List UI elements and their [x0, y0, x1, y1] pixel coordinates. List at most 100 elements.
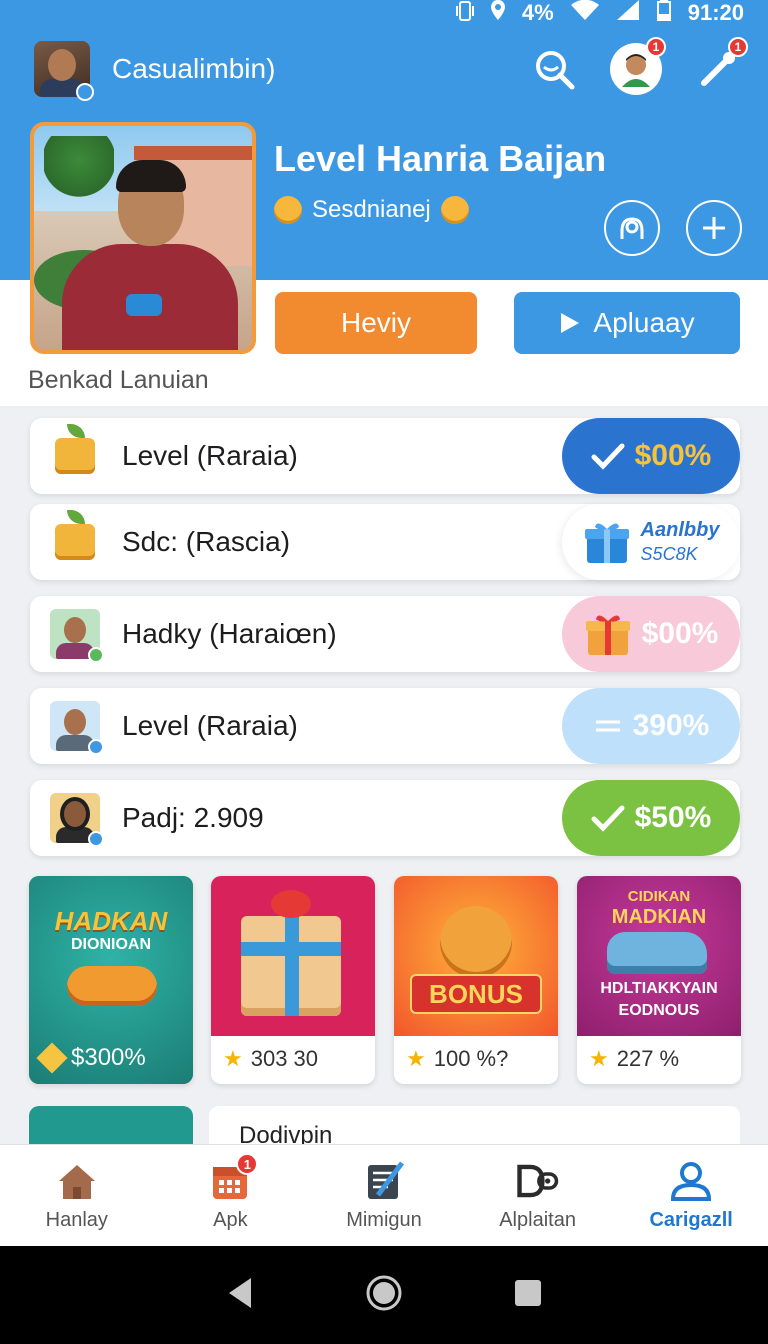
pill-line-2: S5C8K	[640, 544, 698, 564]
game-card[interactable]: BONUS ★ 100 %?	[394, 876, 558, 1084]
top-bar: Casualimbin) 1 1	[34, 37, 748, 101]
tools-badge: 1	[728, 37, 748, 57]
pill-line-1: Aanlbby	[640, 519, 720, 541]
back-icon[interactable]	[225, 1276, 255, 1315]
calendar-icon: 1	[208, 1153, 259, 1203]
value-pill[interactable]: Aanlbby S5C8K	[562, 504, 740, 580]
primary-button[interactable]: Heviy	[275, 292, 477, 354]
bear-icon	[440, 906, 512, 978]
nav-label: Hanlay	[45, 1209, 108, 1231]
section-title: Benkad Lanuian	[28, 366, 209, 394]
avatar	[50, 793, 104, 847]
nav-notes[interactable]: Mimigun	[307, 1145, 461, 1246]
list-item[interactable]: Padj: 2.909 $50%	[30, 780, 740, 856]
card-value: 100 %?	[433, 1046, 509, 1071]
profile-button[interactable]	[604, 200, 660, 256]
value-pill[interactable]: $50%	[562, 780, 740, 856]
value-pill[interactable]: 390%	[562, 688, 740, 764]
add-button[interactable]	[686, 200, 742, 256]
play-icon	[561, 313, 580, 333]
card-line-1: HDLTIAKKYAIN	[600, 980, 718, 997]
box-icon	[50, 424, 100, 481]
list-item[interactable]: Sdc: (Rascia) Aanlbby S5C8K	[30, 504, 740, 580]
location-icon	[490, 0, 506, 27]
home-icon	[55, 1159, 99, 1203]
check-icon	[591, 443, 625, 470]
list-item[interactable]: Level (Raraia) $00%	[30, 418, 740, 494]
plus-icon	[703, 217, 725, 239]
game-card[interactable]: ★ 303 30	[211, 876, 375, 1084]
next-row-peek: Dodivpin	[29, 1106, 740, 1149]
gem-icon	[36, 1042, 68, 1074]
profile-photo[interactable]	[30, 122, 256, 354]
nav-apps[interactable]: Alplaitan	[461, 1145, 615, 1246]
box-icon	[50, 510, 100, 567]
card-meta: $300%	[36, 1042, 146, 1074]
value-pill[interactable]: $00%	[562, 596, 740, 672]
system-nav-bar	[0, 1246, 768, 1344]
peek-panel[interactable]: Dodivpin	[209, 1106, 740, 1149]
avatar	[50, 701, 104, 755]
game-card-art: BONUS	[394, 876, 558, 1036]
nav-profile[interactable]: Carigazll	[614, 1145, 768, 1246]
card-meta: ★ 303 30	[223, 1046, 318, 1072]
user-avatar[interactable]	[34, 41, 94, 101]
battery-icon	[656, 0, 672, 28]
equals-icon	[595, 720, 620, 732]
search-icon	[536, 51, 575, 90]
game-card[interactable]: CIDIKAN MADKIAN HDLTIAKKYAIN EODNOUS ★ 2…	[577, 876, 741, 1084]
star-icon: ★	[406, 1046, 426, 1071]
notification-badge: 1	[646, 37, 666, 57]
clock: 91:20	[687, 0, 744, 25]
profile-subtitle-row: Sesdnianej	[274, 196, 469, 224]
play-button[interactable]: Apluaay	[514, 292, 740, 354]
bonus-badge: BONUS	[410, 974, 542, 1014]
play-button-label: Apluaay	[593, 307, 695, 338]
emoji-icon	[274, 196, 302, 224]
list-item-label: Sdc: (Rascia)	[122, 526, 291, 557]
card-value: 227 %	[616, 1046, 680, 1071]
primary-button-label: Heviy	[340, 307, 411, 338]
game-card[interactable]: HADKAN DIONIOAN $300%	[29, 876, 193, 1084]
profile-name: Level Hanria Baijan	[274, 138, 607, 179]
pill-value: $00%	[634, 439, 712, 472]
car-icon	[607, 932, 707, 974]
gift-icon	[585, 615, 630, 655]
wifi-icon	[570, 0, 600, 27]
card-title-top: CIDIKAN	[627, 888, 691, 905]
notes-icon	[362, 1159, 406, 1203]
friends-avatar-button[interactable]: 1	[610, 37, 666, 95]
card-value: 303 30	[250, 1046, 319, 1071]
pill-value: 390%	[632, 709, 710, 742]
nav-home[interactable]: Hanlay	[0, 1145, 154, 1246]
star-icon: ★	[223, 1046, 243, 1071]
card-value: $300%	[71, 1044, 146, 1071]
card-title: MADKIAN	[611, 906, 707, 928]
nav-label: Alplaitan	[499, 1209, 576, 1231]
game-card-art	[211, 876, 375, 1036]
nav-apk[interactable]: 1 Apk	[154, 1145, 308, 1246]
status-bar: 4% 91:20	[455, 0, 744, 28]
peek-card[interactable]	[29, 1106, 193, 1146]
list-item[interactable]: Hadky (Haraiœn) $00%	[30, 596, 740, 672]
list-item[interactable]: Level (Raraia) 390%	[30, 688, 740, 764]
game-card-art: CIDIKAN MADKIAN HDLTIAKKYAIN EODNOUS	[577, 876, 741, 1036]
list-item-label: Padj: 2.909	[122, 802, 264, 833]
vibrate-icon	[455, 0, 474, 27]
battery-percent: 4%	[521, 0, 554, 25]
list-item-label: Level (Raraia)	[122, 710, 298, 741]
profile-subtitle: Sesdnianej	[312, 196, 431, 223]
app-title: Casualimbin)	[112, 53, 276, 84]
apps-icon	[516, 1159, 560, 1203]
bottom-nav: Hanlay 1 Apk Mimigun Alplaitan Carigazll	[0, 1144, 768, 1246]
emoji-icon	[440, 196, 469, 224]
home-circle-icon[interactable]	[364, 1273, 404, 1318]
card-meta: ★ 227 %	[589, 1046, 679, 1072]
card-subtitle: DIONIOAN	[71, 936, 151, 953]
card-title: HADKAN	[54, 906, 168, 936]
tools-button[interactable]: 1	[692, 37, 748, 95]
recents-icon[interactable]	[513, 1278, 543, 1313]
search-button[interactable]	[528, 43, 580, 95]
list-item-label: Hadky (Haraiœn)	[122, 618, 337, 649]
value-pill[interactable]: $00%	[562, 418, 740, 494]
